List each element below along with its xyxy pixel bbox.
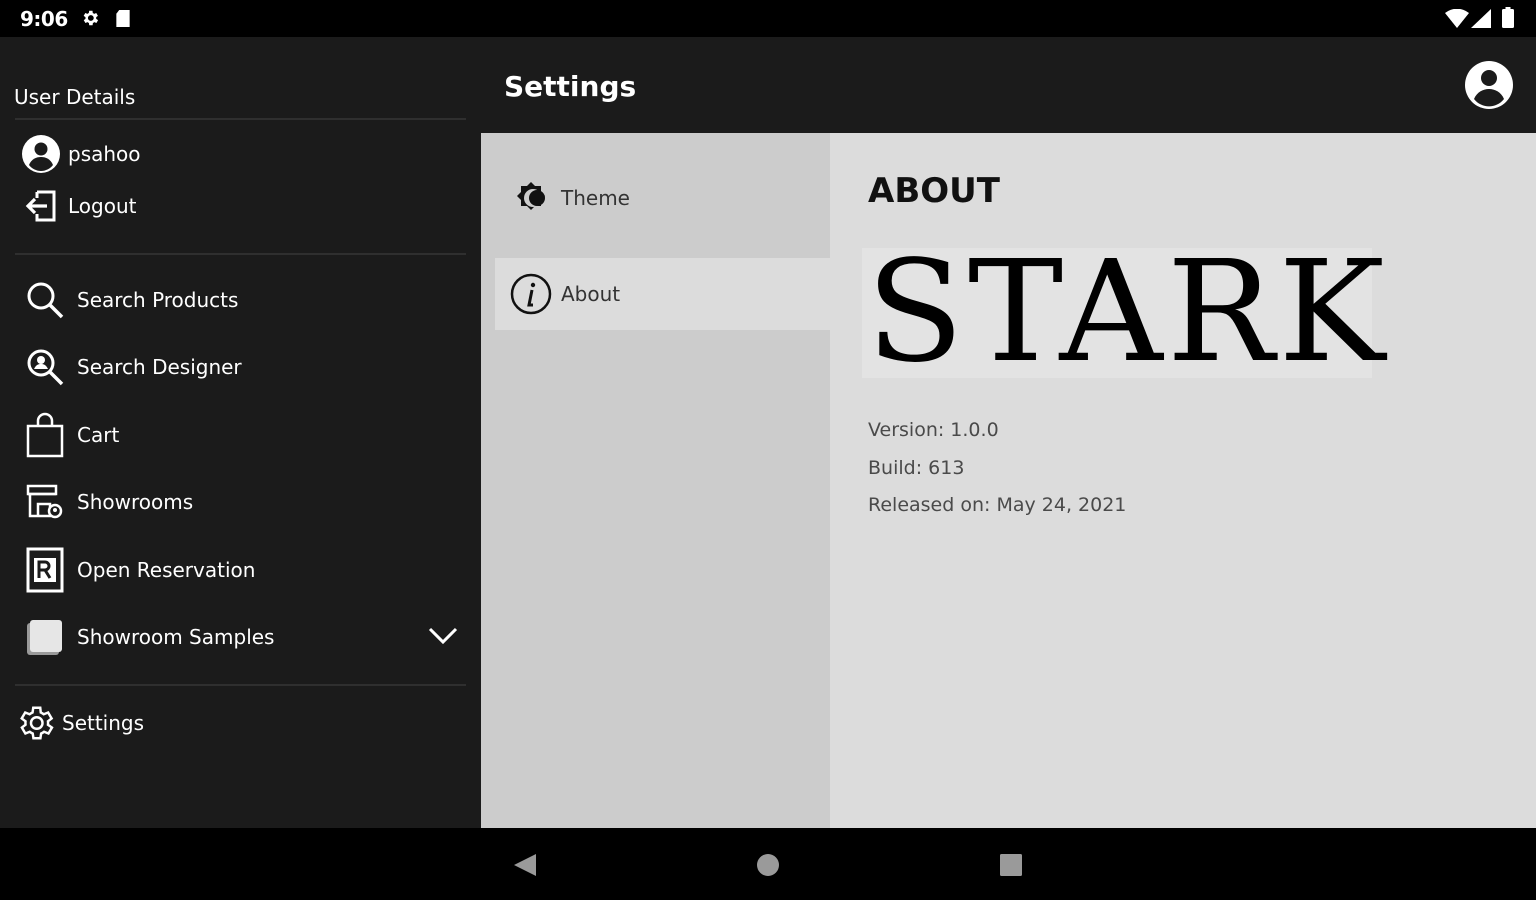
nav-item-settings[interactable]: Settings (14, 702, 144, 744)
back-icon[interactable] (512, 852, 538, 878)
nav-item-label: Showroom Samples (77, 625, 275, 649)
version-text: Version: 1.0.0 (868, 419, 999, 441)
search-designer-icon (20, 342, 70, 392)
reservation-icon (20, 545, 70, 595)
settings-item-label: Theme (561, 186, 630, 210)
nav-item-label: Showrooms (77, 490, 194, 514)
nav-item-label: Open Reservation (77, 558, 256, 582)
navigation-drawer: User Details psahoo Logout Search Produc… (0, 37, 481, 828)
wifi-icon (1445, 9, 1469, 28)
user-profile[interactable]: psahoo (20, 133, 141, 175)
search-icon (20, 275, 70, 325)
build-text: Build: 613 (868, 457, 965, 479)
drawer-header: User Details (14, 85, 136, 109)
shopping-bag-icon (20, 410, 70, 460)
status-bar: 9:06 (0, 0, 1536, 37)
about-panel: ABOUT STARK Version: 1.0.0 Build: 613 Re… (830, 133, 1536, 828)
sd-card-icon (116, 9, 130, 28)
settings-item-theme[interactable]: Theme (495, 162, 830, 234)
release-date-text: Released on: May 24, 2021 (868, 494, 1127, 516)
username: psahoo (68, 142, 141, 166)
logo-text: STARK (866, 231, 1390, 394)
stark-logo: STARK (862, 243, 1385, 383)
samples-icon (20, 612, 70, 662)
nav-item-search-designer[interactable]: Search Designer (20, 339, 466, 395)
nav-item-showrooms[interactable]: Showrooms (20, 474, 466, 530)
signal-icon (1471, 9, 1491, 28)
account-icon[interactable] (1464, 60, 1514, 110)
nav-item-search-products[interactable]: Search Products (20, 272, 466, 328)
divider (15, 118, 466, 120)
nav-item-cart[interactable]: Cart (20, 407, 466, 463)
nav-item-label: Cart (77, 423, 120, 447)
about-title: ABOUT (868, 171, 1000, 211)
app-bar: Settings (481, 37, 1536, 133)
settings-icon (14, 702, 56, 744)
info-icon (509, 272, 553, 316)
home-icon[interactable] (756, 853, 780, 877)
nav-item-open-reservation[interactable]: Open Reservation (20, 542, 466, 598)
logout-button[interactable]: Logout (20, 185, 136, 227)
showroom-icon (20, 477, 70, 527)
gear-icon (83, 10, 99, 26)
recent-apps-icon[interactable] (1000, 854, 1022, 876)
account-circle-icon (20, 133, 62, 175)
settings-label: Settings (62, 711, 145, 735)
settings-list: Theme About (481, 133, 830, 828)
logout-label: Logout (68, 194, 137, 218)
battery-icon (1502, 7, 1514, 28)
nav-item-label: Search Products (77, 288, 239, 312)
nav-item-showroom-samples[interactable]: Showroom Samples (20, 609, 466, 665)
settings-item-label: About (561, 282, 621, 306)
system-navigation-bar (0, 828, 1536, 900)
divider (15, 684, 466, 686)
nav-item-label: Search Designer (77, 355, 242, 379)
settings-item-about[interactable]: About (495, 258, 830, 330)
chevron-down-icon[interactable] (428, 623, 458, 649)
logout-icon (20, 185, 62, 227)
divider (15, 253, 466, 255)
page-title: Settings (504, 70, 637, 103)
status-time: 9:06 (20, 7, 68, 31)
theme-icon (509, 176, 553, 220)
